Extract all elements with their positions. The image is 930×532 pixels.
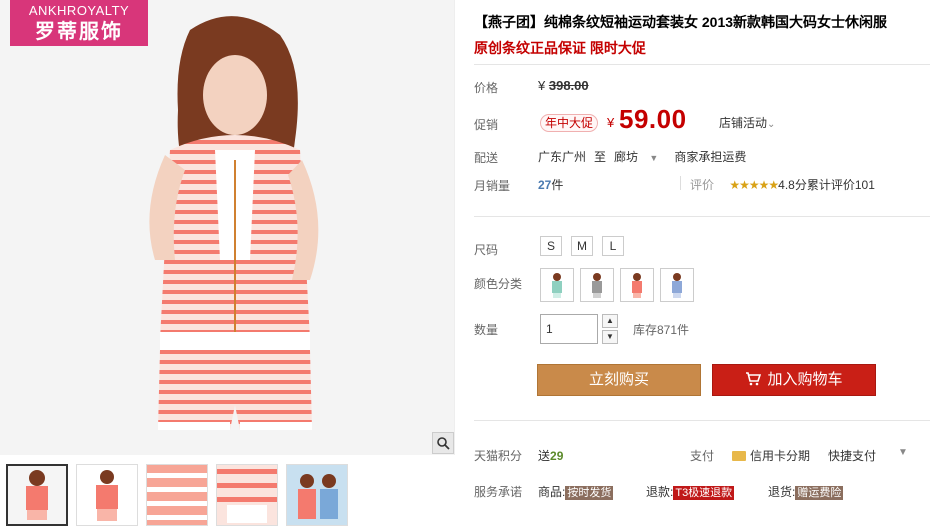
points-value: 29 <box>550 449 564 463</box>
service-refund-label: 退款: <box>646 485 674 499</box>
star-rating-icon: ★★★★★ <box>729 178 779 192</box>
original-price-value: 398.00 <box>548 78 589 93</box>
price-label: 价格 <box>474 81 499 95</box>
product-title: 【燕子团】纯棉条纹短袖运动套装女 2013新款韩国大码女士休闲服 <box>474 14 888 30</box>
quantity-increase-button[interactable]: ▲ <box>602 314 618 328</box>
thumbnail-4[interactable] <box>216 464 278 526</box>
credit-card-installment[interactable]: 信用卡分期 <box>732 447 810 464</box>
thumbnail-1[interactable] <box>6 464 68 526</box>
divider <box>680 176 681 190</box>
service-label: 服务承诺 <box>474 485 523 499</box>
color-option-1[interactable] <box>540 268 574 302</box>
thumbnail-5[interactable] <box>286 464 348 526</box>
quantity-decrease-button[interactable]: ▼ <box>602 330 618 344</box>
add-to-cart-button[interactable]: 加入购物车 <box>712 364 876 396</box>
thumbnail-2[interactable] <box>76 464 138 526</box>
divider <box>474 64 930 65</box>
store-activity-label: 店铺活动 <box>719 116 768 130</box>
color-label: 颜色分类 <box>474 277 523 291</box>
divider <box>474 420 930 421</box>
rating-score: 4.8分 <box>778 178 807 192</box>
on-time-shipping-badge[interactable]: 按时发货 <box>565 486 614 500</box>
magnifier-icon <box>437 437 450 450</box>
size-option-l[interactable]: L <box>602 236 624 256</box>
size-option-s[interactable]: S <box>540 236 562 256</box>
model-figure <box>149 16 319 430</box>
service-goods: 商品: 按时发货 <box>538 483 614 500</box>
service-refund: 退款: T3极速退款 <box>646 483 735 500</box>
original-price: ¥ 398.00 <box>538 78 589 93</box>
caret-down-icon[interactable]: ▼ <box>898 447 908 458</box>
currency-symbol: ¥ <box>538 78 546 93</box>
ship-to-word: 至 <box>594 150 607 164</box>
rating-label: 评价 <box>690 178 715 192</box>
divider <box>474 216 930 217</box>
ship-destination-dropdown[interactable]: 廊坊 ▼ <box>614 150 666 164</box>
service-return-label: 退货: <box>768 485 796 499</box>
payment-label: 支付 <box>690 449 715 463</box>
product-subtitle: 原创条纹正品保证 限时大促 <box>474 40 646 56</box>
sales-count: 27 <box>538 178 552 192</box>
fast-refund-badge[interactable]: T3极速退款 <box>673 486 735 500</box>
thumbnail-strip <box>0 462 455 532</box>
credit-card-icon <box>732 451 746 461</box>
buy-now-button[interactable]: 立刻购买 <box>537 364 701 396</box>
shipping-fee-note: 商家承担运费 <box>674 150 747 164</box>
service-return: 退货: 赠运费险 <box>768 483 844 500</box>
monthly-sales-label: 月销量 <box>474 179 511 193</box>
promo-tag: 年中大促 <box>540 114 599 132</box>
service-goods-label: 商品: <box>538 485 566 499</box>
rating-info: 评价 ★★★★★4.8分累计评价101 <box>690 176 875 193</box>
sales-unit: 件 <box>551 178 564 192</box>
size-option-m[interactable]: M <box>571 236 593 256</box>
size-label: 尺码 <box>474 243 499 257</box>
promo-currency: ¥ <box>607 115 615 130</box>
points-info: 送29 <box>538 447 563 464</box>
points-label: 天猫积分 <box>474 449 523 463</box>
shipping-info: 广东广州至廊坊 ▼ 商家承担运费 <box>538 148 754 165</box>
color-option-4[interactable] <box>660 268 694 302</box>
promo-label: 促销 <box>474 118 499 132</box>
product-info-panel: 【燕子团】纯棉条纹短袖运动套装女 2013新款韩国大码女士休闲服 原创条纹正品保… <box>474 0 930 532</box>
caret-down-icon: ▼ <box>649 153 659 163</box>
points-prefix: 送 <box>538 449 551 463</box>
ship-destination: 廊坊 <box>614 150 639 164</box>
thumbnail-3[interactable] <box>146 464 208 526</box>
review-count-link[interactable]: 累计评价101 <box>807 178 875 192</box>
monthly-sales: 27件 <box>538 176 563 193</box>
quantity-label: 数量 <box>474 323 499 337</box>
zoom-button[interactable] <box>432 432 454 454</box>
quick-pay[interactable]: 快捷支付 <box>828 447 876 464</box>
color-option-2[interactable] <box>580 268 614 302</box>
return-shipping-insurance-badge[interactable]: 赠运费险 <box>795 486 844 500</box>
ship-from: 广东广州 <box>538 150 587 164</box>
shipping-label: 配送 <box>474 151 499 165</box>
add-to-cart-label: 加入购物车 <box>767 371 843 388</box>
main-product-image[interactable]: ANKHROYALTY 罗蒂服饰 <box>0 0 455 455</box>
promo-price: 59.00 <box>619 104 687 134</box>
store-activity-dropdown[interactable]: 店铺活动⌄ <box>719 114 775 131</box>
stock-count: 库存871件 <box>633 323 690 337</box>
color-option-3[interactable] <box>620 268 654 302</box>
cart-icon <box>746 372 762 386</box>
credit-card-label: 信用卡分期 <box>750 449 811 463</box>
chevron-down-icon: ⌄ <box>767 119 776 130</box>
quantity-input[interactable] <box>540 314 598 344</box>
